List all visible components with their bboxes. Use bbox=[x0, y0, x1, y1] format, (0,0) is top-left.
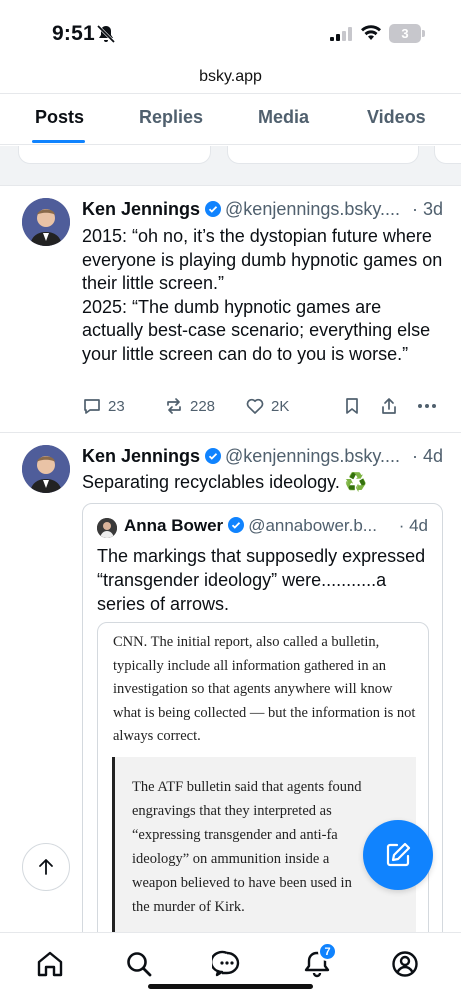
share-icon bbox=[382, 398, 396, 414]
suggested-card[interactable] bbox=[434, 146, 461, 164]
blockquote-line: the murder of Kirk. bbox=[132, 899, 245, 915]
verified-badge-icon bbox=[228, 517, 245, 533]
active-tab-indicator bbox=[32, 140, 85, 143]
post-header: Ken Jennings @kenjennings.bsky.... bbox=[82, 199, 400, 220]
reply-icon bbox=[84, 399, 100, 414]
wifi-icon bbox=[361, 25, 381, 40]
post-actions: 23 228 2K bbox=[82, 396, 442, 420]
like-button[interactable]: 2K bbox=[245, 396, 289, 416]
suggested-card[interactable] bbox=[227, 146, 419, 164]
notifications-badge: 7 bbox=[318, 942, 337, 961]
feed-post[interactable]: Ken Jennings @kenjennings.bsky.... · 3d 2… bbox=[0, 186, 461, 433]
post-time[interactable]: · 4d bbox=[412, 446, 443, 467]
profile-icon[interactable] bbox=[390, 949, 420, 979]
post-text-line: 2015: “oh no, it’s the dystopian future … bbox=[82, 226, 443, 293]
avatar-image bbox=[22, 198, 70, 246]
post-text: 2015: “oh no, it’s the dystopian future … bbox=[82, 225, 444, 366]
avatar[interactable] bbox=[22, 445, 70, 493]
repost-button[interactable]: 228 bbox=[164, 396, 215, 416]
quoted-avatar[interactable] bbox=[97, 518, 117, 538]
compose-button[interactable] bbox=[363, 820, 433, 890]
quoted-text: The markings that supposedly expressed “… bbox=[97, 546, 426, 614]
post-text-line: 2025: “The dumb hypnotic games are actua… bbox=[82, 296, 431, 364]
author-name[interactable]: Ken Jennings bbox=[82, 199, 200, 219]
article-paragraph: CNN. The initial report, also called a b… bbox=[113, 634, 416, 744]
suggested-card[interactable] bbox=[18, 146, 211, 164]
blockquote-line: The ATF bulletin said that agents found bbox=[132, 779, 362, 795]
tab-videos[interactable]: Videos bbox=[367, 107, 426, 128]
battery-tip bbox=[422, 30, 425, 37]
status-time: 9:51 bbox=[52, 22, 95, 45]
post-text: Separating recyclables ideology. ♻️ bbox=[82, 472, 368, 492]
bookmark-icon bbox=[346, 398, 358, 414]
bottom-nav bbox=[0, 932, 461, 1000]
arrow-up-icon bbox=[39, 859, 53, 875]
tab-media[interactable]: Media bbox=[258, 107, 309, 128]
scroll-to-top-button[interactable] bbox=[22, 843, 70, 891]
blockquote-line: engravings that they interpreted as bbox=[132, 803, 332, 819]
repost-count: 228 bbox=[190, 397, 216, 415]
home-icon[interactable] bbox=[35, 949, 65, 979]
battery-indicator: 3 bbox=[389, 24, 421, 43]
quoted-time[interactable]: · 4d bbox=[399, 516, 428, 536]
search-icon[interactable] bbox=[124, 949, 154, 979]
url-bar[interactable]: bsky.app bbox=[0, 62, 461, 92]
signal-icon bbox=[330, 27, 352, 41]
quoted-header: Anna Bower @annabower.b... bbox=[124, 516, 377, 536]
verified-badge-icon bbox=[205, 448, 222, 464]
home-indicator bbox=[148, 984, 313, 989]
more-icon bbox=[418, 404, 436, 408]
chat-icon[interactable] bbox=[212, 949, 242, 979]
tab-posts[interactable]: Posts bbox=[35, 107, 84, 128]
avatar[interactable] bbox=[22, 198, 70, 246]
post-time[interactable]: · 3d bbox=[412, 199, 443, 220]
bell-slash-icon bbox=[96, 24, 116, 44]
like-count: 2K bbox=[271, 397, 290, 415]
profile-tabs: Posts Replies Media Videos bbox=[0, 93, 461, 145]
suggested-cards-strip bbox=[0, 146, 461, 186]
heart-icon bbox=[246, 398, 264, 414]
quoted-author-name[interactable]: Anna Bower bbox=[124, 516, 223, 535]
more-options-button[interactable] bbox=[416, 396, 438, 416]
author-handle[interactable]: @kenjennings.bsky.... bbox=[225, 199, 400, 219]
tab-replies[interactable]: Replies bbox=[139, 107, 203, 128]
avatar-image bbox=[97, 518, 117, 538]
status-bar: 9:51 3 bbox=[0, 0, 461, 62]
author-name[interactable]: Ken Jennings bbox=[82, 446, 200, 466]
compose-icon bbox=[386, 842, 411, 867]
battery-level: 3 bbox=[401, 26, 409, 41]
reply-count: 23 bbox=[108, 397, 125, 415]
post-header: Ken Jennings @kenjennings.bsky.... bbox=[82, 446, 400, 467]
repost-icon bbox=[167, 398, 181, 414]
quoted-author-handle[interactable]: @annabower.b... bbox=[248, 516, 377, 535]
verified-badge-icon bbox=[205, 201, 222, 217]
quoted-post[interactable]: Anna Bower @annabower.b... · 4d The marki… bbox=[82, 503, 443, 1000]
author-handle[interactable]: @kenjennings.bsky.... bbox=[225, 446, 400, 466]
reply-button[interactable]: 23 bbox=[82, 396, 125, 416]
bookmark-button[interactable] bbox=[342, 396, 362, 416]
share-button[interactable] bbox=[379, 396, 399, 416]
avatar-image bbox=[22, 445, 70, 493]
